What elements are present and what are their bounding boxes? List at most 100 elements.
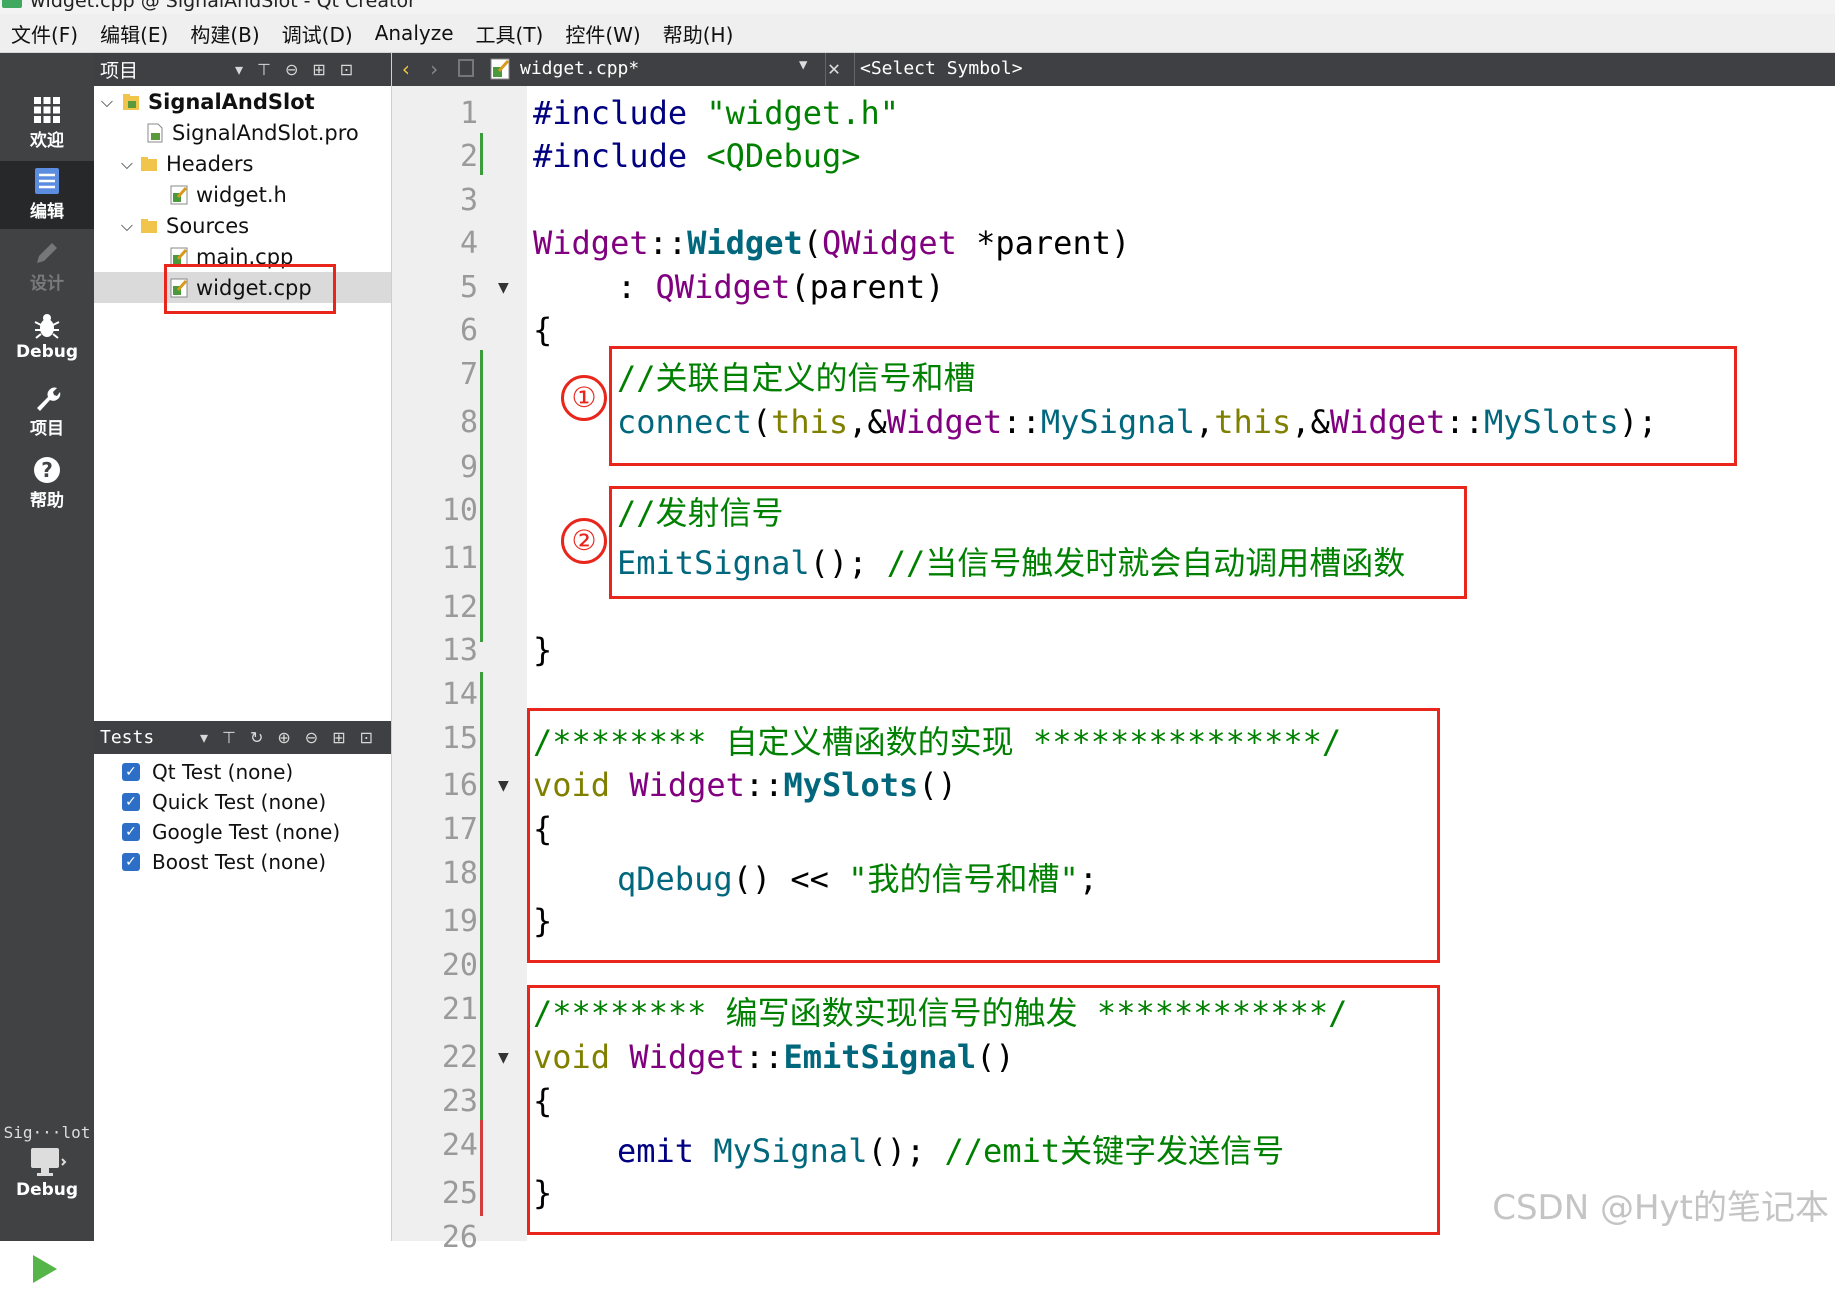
line-number: 7 xyxy=(459,357,478,392)
line-number: 9 xyxy=(459,450,478,485)
window-title-bar: widget.cpp @ SignalAndSlot - Qt Creator xyxy=(0,0,1835,14)
code-line: : QWidget(parent) xyxy=(617,268,945,306)
tests-pane-header: Tests ▾ ⊤ ↻ ⊕ ⊖ ⊞ ⊡ xyxy=(94,721,391,754)
menu-controls[interactable]: 控件(W) xyxy=(554,19,651,48)
test-label: Boost Test (none) xyxy=(152,850,327,874)
menu-build[interactable]: 构建(B) xyxy=(179,19,270,48)
annotation-box-slot-impl xyxy=(527,708,1440,963)
dropdown-arrow-icon[interactable]: ▾ xyxy=(200,728,208,747)
chevron-down-icon[interactable]: ⌵ xyxy=(118,154,136,174)
tree-file-widget-h[interactable]: widget.h xyxy=(94,179,391,210)
line-number: 10 xyxy=(441,493,478,528)
menu-debug[interactable]: 调试(D) xyxy=(271,19,364,48)
tree-label: SignalAndSlot.pro xyxy=(172,120,359,145)
annotation-box-selected-file xyxy=(164,264,336,314)
current-file-combo[interactable]: widget.cpp* xyxy=(520,58,639,79)
code-line: { xyxy=(533,311,553,349)
edit-doc-icon xyxy=(35,168,59,194)
line-number: 6 xyxy=(459,313,478,348)
tree-sources-folder[interactable]: ⌵ Sources xyxy=(94,210,391,241)
kit-selector[interactable]: Sig···lot Debug xyxy=(0,1123,94,1200)
line-number: 23 xyxy=(441,1084,478,1119)
tree-label: Sources xyxy=(166,213,250,238)
checkbox-checked-icon[interactable]: ✓ xyxy=(122,823,140,841)
tree-pro-file[interactable]: SignalAndSlot.pro xyxy=(94,117,391,148)
link-icon[interactable]: ⊖ xyxy=(285,60,298,79)
mode-edit-label: 编辑 xyxy=(30,202,64,222)
mode-design[interactable]: 设计 xyxy=(0,233,94,301)
line-number: 14 xyxy=(441,677,478,712)
projects-pane-title: 项目 xyxy=(100,60,139,82)
mode-design-label: 设计 xyxy=(30,274,64,294)
annotation-box-connect xyxy=(609,346,1737,466)
mode-projects[interactable]: 项目 xyxy=(0,378,94,446)
test-framework-item[interactable]: ✓ Google Test (none) xyxy=(122,817,340,847)
back-arrow-icon[interactable]: ‹ xyxy=(400,57,412,81)
symbol-combo[interactable]: <Select Symbol> xyxy=(860,58,1023,79)
change-marker xyxy=(480,133,483,175)
chevron-down-icon[interactable]: ▼ xyxy=(799,57,807,73)
expand-icon[interactable]: ⊕ xyxy=(277,728,290,747)
annotation-number-1: ① xyxy=(561,375,607,421)
divider xyxy=(825,53,826,86)
close-file-icon[interactable]: ✕ xyxy=(828,56,840,80)
mode-edit[interactable]: 编辑 xyxy=(0,161,94,229)
split-icon[interactable]: ⊞ xyxy=(312,60,325,79)
tree-project-root[interactable]: ⌵ SignalAndSlot xyxy=(94,86,391,117)
tree-headers-folder[interactable]: ⌵ Headers xyxy=(94,148,391,179)
chevron-down-icon[interactable]: ⌵ xyxy=(98,92,116,112)
annotation-box-signal-impl xyxy=(527,985,1440,1235)
test-label: Quick Test (none) xyxy=(152,790,327,814)
line-number: 11 xyxy=(441,541,478,576)
run-button[interactable] xyxy=(30,1253,60,1289)
fold-arrow-icon[interactable]: ▼ xyxy=(498,280,509,296)
mode-help[interactable]: ? 帮助 xyxy=(0,450,94,518)
dropdown-arrow-icon[interactable]: ▾ xyxy=(235,60,243,79)
menu-edit[interactable]: 编辑(E) xyxy=(89,19,179,48)
qt-creator-app-icon xyxy=(2,0,22,8)
project-icon xyxy=(122,92,140,112)
change-marker xyxy=(480,672,483,1120)
split-icon[interactable]: ⊞ xyxy=(332,728,345,747)
code-line: #include "widget.h" xyxy=(533,94,900,132)
filter-icon[interactable]: ⊤ xyxy=(222,728,236,747)
run-tests-icon[interactable]: ↻ xyxy=(250,728,263,747)
help-icon: ? xyxy=(34,457,60,483)
fold-arrow-icon[interactable]: ▼ xyxy=(498,1050,509,1066)
menu-tools[interactable]: 工具(T) xyxy=(465,19,555,48)
mode-welcome[interactable]: 欢迎 xyxy=(0,90,94,158)
chevron-down-icon[interactable]: ⌵ xyxy=(118,216,136,236)
test-framework-item[interactable]: ✓ Quick Test (none) xyxy=(122,787,326,817)
tests-toolbar: ▾ ⊤ ↻ ⊕ ⊖ ⊞ ⊡ xyxy=(200,728,373,747)
projects-toolbar: ▾ ⊤ ⊖ ⊞ ⊡ xyxy=(235,60,353,79)
forward-arrow-icon[interactable]: › xyxy=(428,57,440,81)
line-number: 13 xyxy=(441,633,478,668)
checkbox-checked-icon[interactable]: ✓ xyxy=(122,853,140,871)
mode-debug[interactable]: Debug xyxy=(0,306,94,374)
fold-arrow-icon[interactable]: ▼ xyxy=(498,778,509,794)
filter-icon[interactable]: ⊤ xyxy=(257,60,271,79)
checkbox-checked-icon[interactable]: ✓ xyxy=(122,793,140,811)
grid-icon xyxy=(34,97,60,123)
menu-analyze[interactable]: Analyze xyxy=(364,21,465,45)
line-number: 4 xyxy=(459,226,478,261)
line-number: 5 xyxy=(459,270,478,305)
collapse-icon[interactable]: ⊖ xyxy=(305,728,318,747)
tests-pane-title: Tests xyxy=(100,727,155,748)
tree-label: widget.h xyxy=(196,182,287,207)
checkbox-checked-icon[interactable]: ✓ xyxy=(122,763,140,781)
test-framework-item[interactable]: ✓ Boost Test (none) xyxy=(122,847,326,877)
close-pane-icon[interactable]: ⊡ xyxy=(360,728,373,747)
test-framework-item[interactable]: ✓ Qt Test (none) xyxy=(122,757,293,787)
line-number: 15 xyxy=(441,721,478,756)
mode-debug-label: Debug xyxy=(15,342,79,362)
menu-help[interactable]: 帮助(H) xyxy=(652,19,745,48)
menu-file[interactable]: 文件(F) xyxy=(0,19,89,48)
mode-sidebar: 欢迎 编辑 设计 Debug 项目 ? 帮助 Sig···lot Debug xyxy=(0,53,94,1283)
line-number: 16 xyxy=(441,768,478,803)
folder-icon xyxy=(140,216,158,236)
kit-project-name: Sig···lot xyxy=(3,1123,91,1142)
window-title: widget.cpp @ SignalAndSlot - Qt Creator xyxy=(30,0,416,12)
close-pane-icon[interactable]: ⊡ xyxy=(340,60,353,79)
tree-label: SignalAndSlot xyxy=(148,89,315,114)
